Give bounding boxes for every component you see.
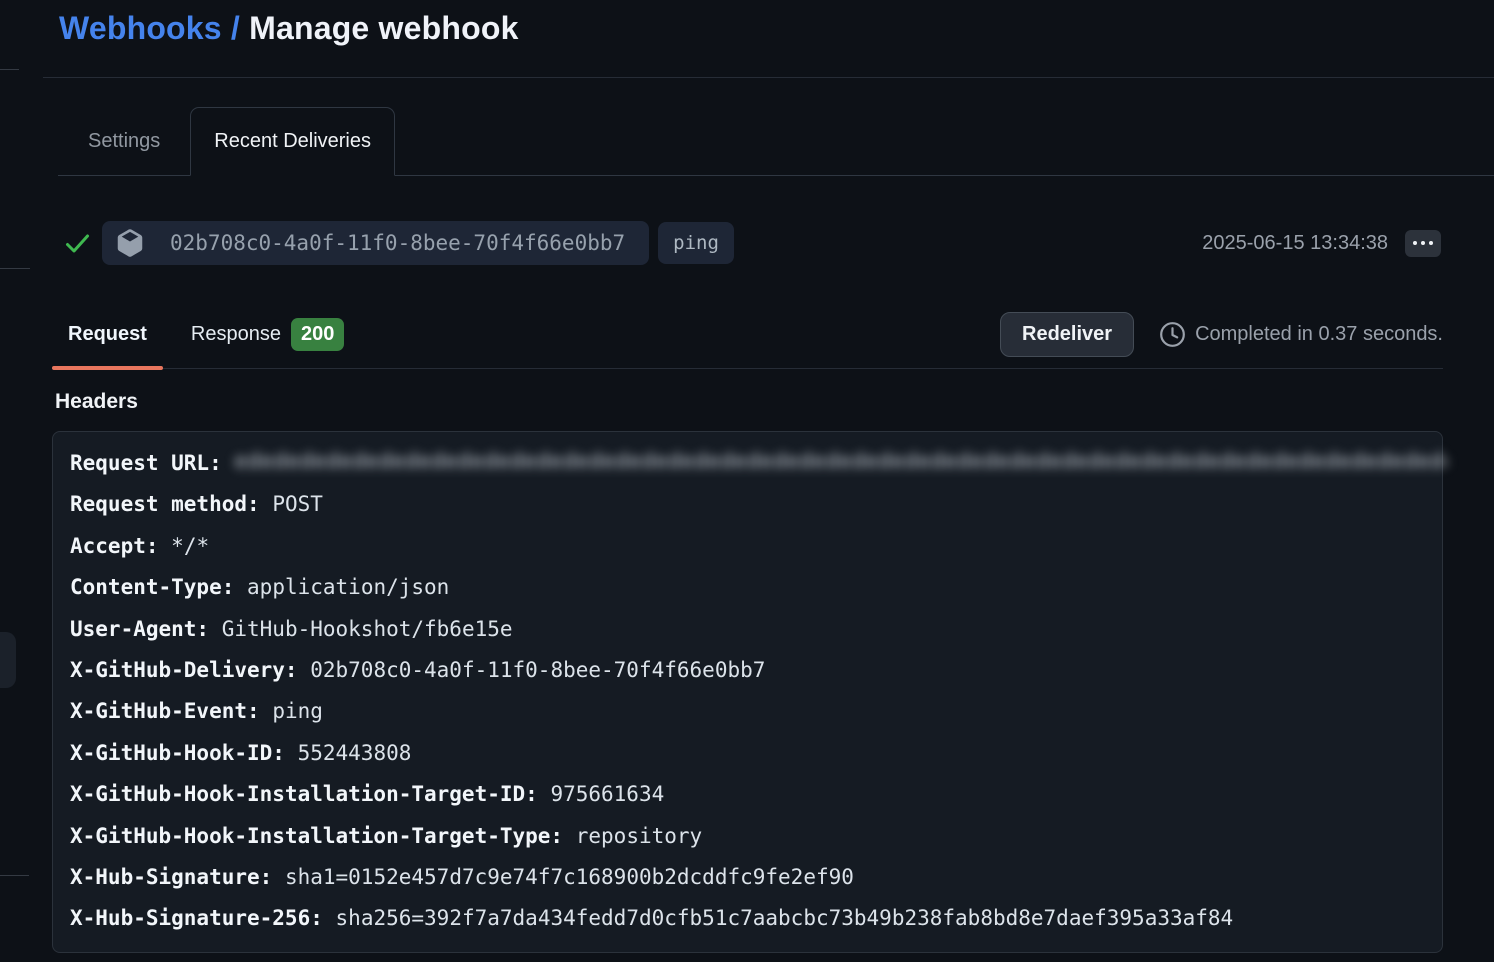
header-row: Content-Type: application/json <box>70 567 1442 608</box>
header-value: 552443808 <box>298 741 412 765</box>
page-title: Webhooks / Manage webhook <box>59 10 519 47</box>
header-key: X-GitHub-Hook-Installation-Target-Type: <box>70 824 563 848</box>
header-separator <box>159 534 172 558</box>
header-value: edededededededededededededededededededed… <box>234 445 1447 477</box>
title-divider <box>43 77 1494 78</box>
header-separator <box>260 699 273 723</box>
header-key: Request URL: <box>70 451 222 475</box>
header-key: X-Hub-Signature-256: <box>70 906 323 930</box>
header-separator <box>323 906 336 930</box>
header-separator <box>222 451 235 475</box>
header-row: X-Hub-Signature-256: sha256=392f7a7da434… <box>70 898 1442 939</box>
kebab-dot-icon <box>1413 241 1417 245</box>
response-status-badge: 200 <box>291 318 344 351</box>
header-value: 02b708c0-4a0f-11f0-8bee-70f4f66e0bb7 <box>310 658 765 682</box>
event-badge: ping <box>658 222 734 264</box>
header-value: GitHub-Hookshot/fb6e15e <box>222 617 513 641</box>
header-key: Content-Type: <box>70 575 234 599</box>
page-title-current: Manage webhook <box>249 10 519 46</box>
header-value: application/json <box>247 575 449 599</box>
clock-icon <box>1159 321 1186 348</box>
tab-settings[interactable]: Settings <box>58 107 190 175</box>
header-key: X-Hub-Signature: <box>70 865 272 889</box>
header-key: User-Agent: <box>70 617 209 641</box>
header-row: Request method: POST <box>70 484 1442 525</box>
kebab-dot-icon <box>1421 241 1425 245</box>
breadcrumb-webhooks-link[interactable]: Webhooks <box>59 10 222 46</box>
breadcrumb-divider-slash: / <box>231 10 240 46</box>
header-row: X-Hub-Signature: sha1=0152e457d7c9e74f7c… <box>70 857 1442 898</box>
header-value: 975661634 <box>550 782 664 806</box>
header-row: Request URL: ededededededededededededede… <box>70 443 1442 484</box>
left-rail-divider <box>0 875 29 876</box>
header-row: X-GitHub-Delivery: 02b708c0-4a0f-11f0-8b… <box>70 650 1442 691</box>
header-row: User-Agent: GitHub-Hookshot/fb6e15e <box>70 609 1442 650</box>
header-value: sha1=0152e457d7c9e74f7c168900b2dcddfc9fe… <box>285 865 854 889</box>
kebab-menu-button[interactable] <box>1405 230 1441 257</box>
completed-duration-text: Completed in 0.37 seconds. <box>1195 323 1443 346</box>
header-value: ping <box>272 699 323 723</box>
header-row: X-GitHub-Hook-Installation-Target-Type: … <box>70 816 1442 857</box>
delivery-guid: 02b708c0-4a0f-11f0-8bee-70f4f66e0bb7 <box>170 231 625 255</box>
headers-section-title: Headers <box>55 390 138 414</box>
header-separator <box>260 492 273 516</box>
package-icon <box>116 229 144 257</box>
breadcrumb-current <box>240 10 249 46</box>
header-separator <box>563 824 576 848</box>
header-separator <box>272 865 285 889</box>
header-value: */* <box>171 534 209 558</box>
tab-request[interactable]: Request <box>52 300 163 368</box>
delivery-timestamp: 2025-06-15 13:34:38 <box>1202 232 1388 255</box>
header-separator <box>538 782 551 806</box>
tab-recent-deliveries[interactable]: Recent Deliveries <box>190 107 395 176</box>
left-rail-cropped-panel <box>0 632 16 688</box>
delivery-row: 02b708c0-4a0f-11f0-8bee-70f4f66e0bb7 pin… <box>64 221 1441 265</box>
header-separator <box>209 617 222 641</box>
header-key: X-GitHub-Event: <box>70 699 260 723</box>
redeliver-button[interactable]: Redeliver <box>1000 312 1134 357</box>
delivery-detail-subnav: Request Response 200 Redeliver Completed… <box>52 300 1443 369</box>
delivery-guid-pill[interactable]: 02b708c0-4a0f-11f0-8bee-70f4f66e0bb7 <box>102 221 649 265</box>
header-value: POST <box>272 492 323 516</box>
header-separator <box>298 658 311 682</box>
check-icon <box>64 230 91 257</box>
subnav-right-group: Redeliver Completed in 0.37 seconds. <box>1000 312 1443 357</box>
header-separator <box>234 575 247 599</box>
tab-response[interactable]: Response 200 <box>175 300 360 368</box>
header-row: X-GitHub-Event: ping <box>70 691 1442 732</box>
header-key: Accept: <box>70 534 159 558</box>
left-rail-divider <box>0 268 30 269</box>
header-key: X-GitHub-Hook-ID: <box>70 741 285 765</box>
header-row: Accept: */* <box>70 526 1442 567</box>
header-value: repository <box>576 824 702 848</box>
header-row: X-GitHub-Hook-ID: 552443808 <box>70 733 1442 774</box>
left-rail-divider <box>0 69 19 70</box>
webhook-tabnav: Settings Recent Deliveries <box>58 107 1494 176</box>
header-key: Request method: <box>70 492 260 516</box>
headers-code-block: Request URL: ededededededededededededede… <box>52 431 1443 953</box>
header-key: X-GitHub-Delivery: <box>70 658 298 682</box>
kebab-dot-icon <box>1429 241 1433 245</box>
header-separator <box>285 741 298 765</box>
header-key: X-GitHub-Hook-Installation-Target-ID: <box>70 782 538 806</box>
header-value: sha256=392f7a7da434fedd7d0cfb51c7aabcbc7… <box>336 906 1234 930</box>
breadcrumb-divider <box>222 10 231 46</box>
tab-response-label: Response <box>191 323 281 346</box>
header-row: X-GitHub-Hook-Installation-Target-ID: 97… <box>70 774 1442 815</box>
